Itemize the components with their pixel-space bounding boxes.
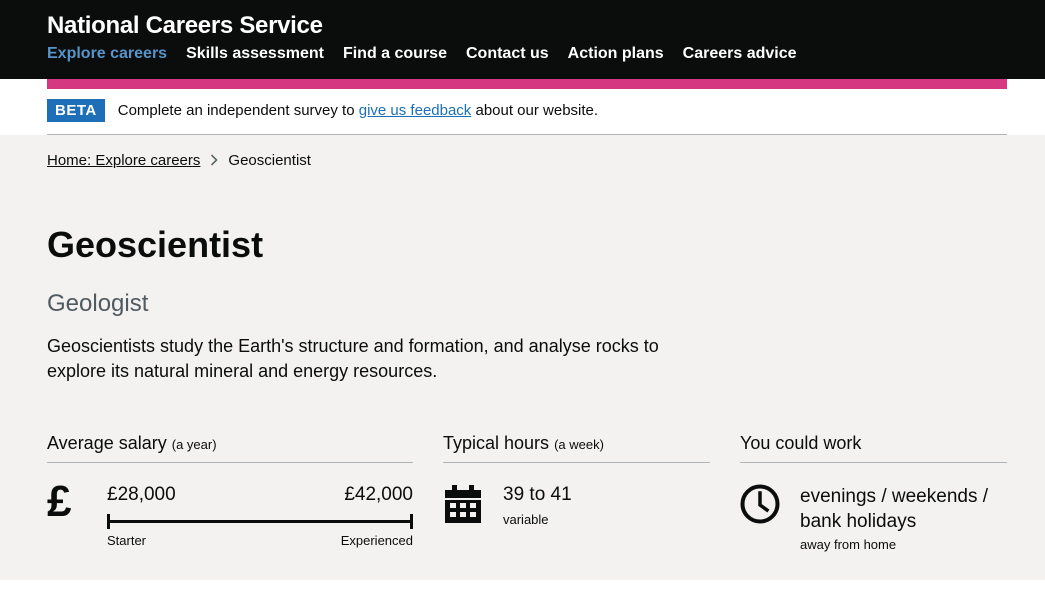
beta-tag: BETA	[47, 99, 105, 122]
feedback-link[interactable]: give us feedback	[359, 102, 472, 119]
salary-range-bar	[107, 514, 413, 529]
accent-bar	[47, 79, 1007, 89]
breadcrumb-current: Geoscientist	[228, 152, 311, 169]
starter-label: Starter	[107, 533, 147, 548]
work-heading: You could work	[740, 433, 1007, 463]
nav-careers-advice[interactable]: Careers advice	[683, 45, 797, 63]
beta-message: Complete an independent survey to give u…	[118, 102, 598, 119]
beta-banner: BETA Complete an independent survey to g…	[47, 99, 598, 122]
nav-skills-assessment[interactable]: Skills assessment	[186, 45, 324, 63]
hours-section: Typical hours (a week) 39 to 41 variable	[443, 433, 710, 527]
hours-value: 39 to 41	[503, 484, 572, 505]
nav-action-plans[interactable]: Action plans	[568, 45, 664, 63]
work-section: You could work evenings / weekends / ban…	[740, 433, 1007, 552]
starter-salary: £28,000	[107, 484, 176, 505]
beta-text-after: about our website.	[471, 102, 599, 119]
experienced-salary: £42,000	[344, 484, 413, 505]
main-nav: Explore careers Skills assessment Find a…	[47, 45, 797, 63]
calendar-icon	[445, 485, 481, 528]
career-summary: Geoscientists study the Earth's structur…	[47, 336, 659, 381]
hours-heading-text: Typical hours	[443, 433, 550, 453]
experienced-label: Experienced	[340, 533, 413, 548]
alternative-title: Geologist	[47, 290, 149, 317]
salary-range-start-tick	[107, 514, 110, 529]
chevron-right-icon	[210, 153, 218, 169]
nav-find-a-course[interactable]: Find a course	[343, 45, 447, 63]
salary-heading-text: Average salary	[47, 433, 167, 453]
site-brand[interactable]: National Careers Service	[47, 12, 323, 40]
breadcrumb: Home: Explore careers Geoscientist	[47, 152, 311, 169]
breadcrumb-home[interactable]: Home: Explore careers	[47, 152, 200, 169]
hours-heading: Typical hours (a week)	[443, 433, 710, 463]
pound-icon: £	[47, 477, 72, 526]
nav-explore-careers[interactable]: Explore careers	[47, 45, 167, 63]
hours-note: variable	[503, 512, 549, 527]
salary-range-line	[107, 520, 413, 523]
salary-period: (a year)	[171, 437, 217, 452]
salary-heading: Average salary (a year)	[47, 433, 413, 463]
hours-period: (a week)	[554, 437, 604, 452]
site-header: National Careers Service Explore careers…	[0, 0, 1045, 79]
work-value: evenings / weekends / bank holidays	[800, 486, 989, 532]
salary-section: Average salary (a year) £ £28,000 £42,000…	[47, 433, 413, 548]
page-title: Geoscientist	[47, 224, 264, 265]
nav-contact-us[interactable]: Contact us	[466, 45, 549, 63]
work-note: away from home	[800, 537, 897, 552]
clock-icon	[740, 484, 780, 529]
main-content: Home: Explore careers Geoscientist Geosc…	[0, 135, 1045, 580]
salary-range-end-tick	[410, 514, 413, 529]
beta-text-before: Complete an independent survey to	[117, 102, 359, 119]
